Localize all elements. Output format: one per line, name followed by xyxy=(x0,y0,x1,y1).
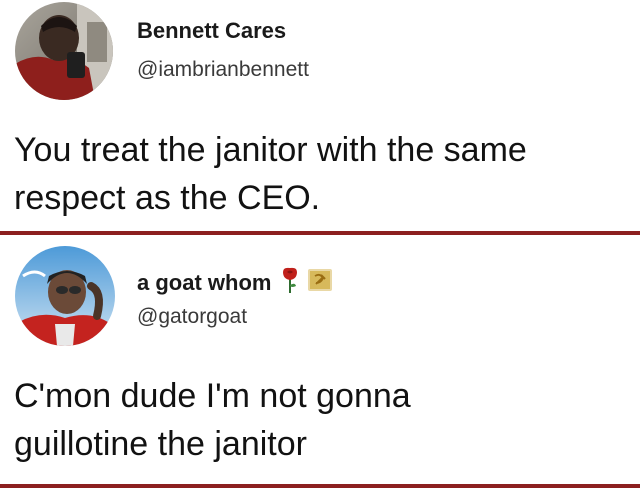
tweet-card[interactable]: a goat whom @gatorgoat C'mon dude I'm no… xyxy=(0,238,640,483)
avatar[interactable] xyxy=(15,2,113,100)
divider xyxy=(0,231,640,235)
avatar-photo-icon xyxy=(15,2,113,100)
tweet-text-line: respect as the CEO. xyxy=(14,179,321,217)
hammer-and-sickle-flag-icon xyxy=(308,269,333,291)
divider xyxy=(0,484,640,488)
user-handle[interactable]: @gatorgoat xyxy=(137,305,247,329)
tweet-text-line: C'mon dude I'm not gonna xyxy=(14,377,411,415)
tweet-text-line: guillotine the janitor xyxy=(14,425,307,463)
avatar-photo-icon xyxy=(15,246,115,346)
display-name[interactable]: a goat whom xyxy=(137,267,333,296)
tweet-text: You treat the janitor with the same resp… xyxy=(14,126,527,222)
tweet-text: C'mon dude I'm not gonna guillotine the … xyxy=(14,372,411,468)
display-name[interactable]: Bennett Cares xyxy=(137,18,286,44)
display-name-text: a goat whom xyxy=(137,270,272,295)
avatar[interactable] xyxy=(15,246,115,346)
tweet-text-line: You treat the janitor with the same xyxy=(14,131,527,169)
user-handle[interactable]: @iambrianbennett xyxy=(137,58,309,82)
name-badges xyxy=(281,267,333,293)
rose-emoji-icon xyxy=(283,267,298,293)
tweet-card[interactable]: Bennett Cares @iambrianbennett You treat… xyxy=(0,0,640,230)
